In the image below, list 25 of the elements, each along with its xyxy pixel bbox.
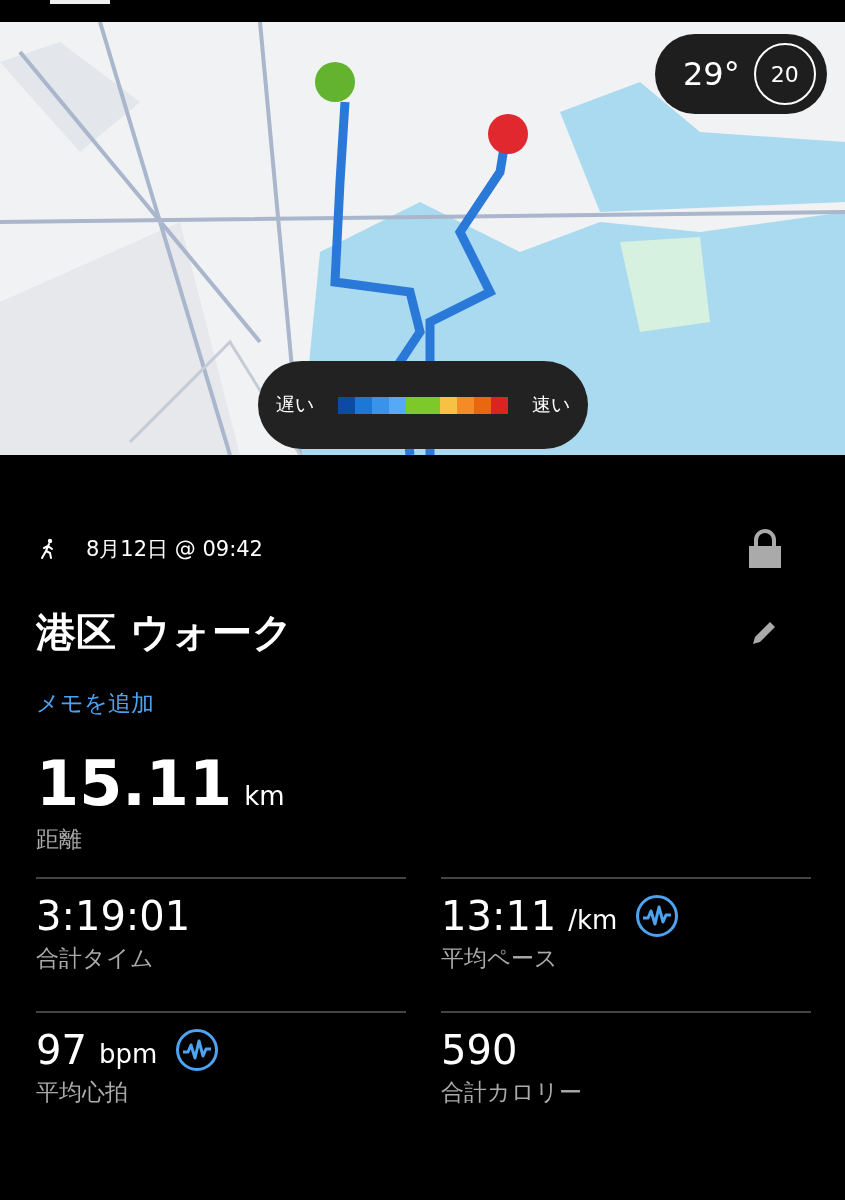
distance-value: 15.11 (36, 747, 233, 820)
stat-value: 590 (441, 1027, 518, 1073)
temperature: 29° (683, 55, 740, 93)
fast-label: 速い (532, 392, 570, 417)
distance-label: 距離 (36, 825, 83, 854)
lock-icon[interactable] (747, 529, 783, 569)
chart-icon[interactable] (175, 1028, 220, 1072)
slow-label: 遅い (276, 392, 314, 417)
stat-value: 97 (36, 1027, 87, 1073)
stat-label: 合計タイム (36, 944, 155, 973)
stat-value: 13:11 (441, 893, 557, 939)
stat-label: 平均心拍 (36, 1078, 129, 1107)
stat-label: 合計カロリー (441, 1078, 583, 1107)
stat-label: 平均ペース (441, 944, 559, 973)
chart-icon[interactable] (635, 894, 680, 938)
activity-date: 8月12日 @ 09:42 (86, 536, 264, 563)
weather-badge[interactable]: 29° 20 (655, 34, 827, 114)
add-note-link[interactable]: メモを追加 (36, 688, 811, 719)
index-gauge: 20 (753, 43, 816, 105)
activity-title: 港区 ウォーク (36, 608, 294, 657)
distance-unit: km (244, 781, 285, 811)
stat-value: 3:19:01 (36, 893, 191, 939)
stat-unit: /km (568, 905, 618, 935)
stat-unit: bpm (98, 1039, 158, 1069)
status-indicator (50, 0, 110, 4)
